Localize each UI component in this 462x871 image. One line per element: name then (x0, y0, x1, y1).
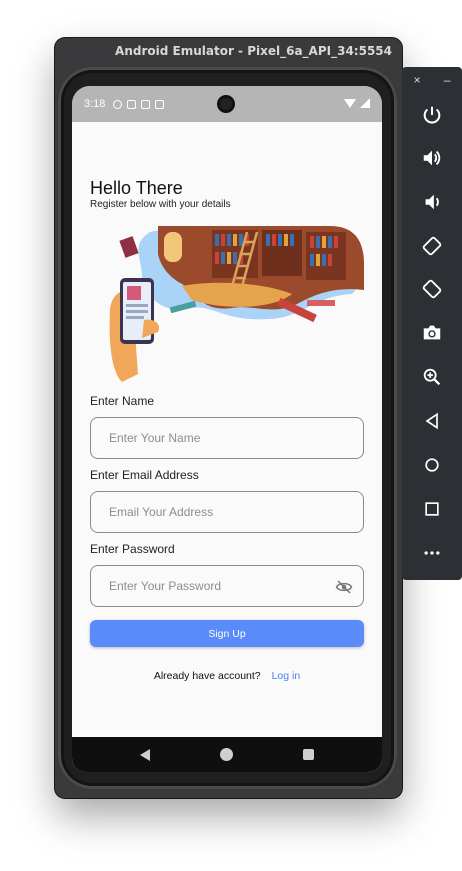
signal-icon (360, 98, 370, 108)
rotate-right-icon[interactable] (420, 277, 444, 301)
overview-icon[interactable] (420, 497, 444, 521)
sim-icon (141, 99, 151, 109)
minimize-icon[interactable]: – (444, 73, 451, 87)
login-row: Already have account? Log in (72, 670, 382, 682)
zoom-icon[interactable] (420, 365, 444, 389)
emulator-titlebar[interactable]: Android Emulator - Pixel_6a_API_34:5554 (55, 38, 402, 64)
name-label: Enter Name (90, 394, 155, 408)
android-nav-bar (72, 737, 382, 772)
visibility-off-icon[interactable] (335, 578, 353, 596)
password-input[interactable] (109, 579, 345, 593)
name-input[interactable] (109, 431, 345, 445)
camera-icon[interactable] (420, 321, 444, 345)
volume-up-icon[interactable] (420, 146, 444, 170)
rotate-left-icon[interactable] (420, 234, 444, 258)
emulator-toolbar: × – (402, 67, 462, 580)
more-icon[interactable] (420, 541, 444, 565)
power-icon[interactable] (420, 103, 444, 127)
password-label: Enter Password (90, 542, 175, 556)
email-input[interactable] (109, 505, 345, 519)
notification-icon (155, 99, 165, 109)
wifi-icon (344, 98, 356, 108)
window-title: Android Emulator - Pixel_6a_API_34:5554 (115, 44, 392, 58)
page-subtitle: Register below with your details (90, 199, 231, 210)
status-time: 3:18 (84, 98, 106, 110)
back-icon[interactable] (420, 409, 444, 433)
login-prompt: Already have account? (153, 670, 261, 682)
nav-back-icon[interactable] (140, 748, 150, 761)
volume-down-icon[interactable] (420, 190, 444, 214)
status-bar: 3:18 (72, 86, 382, 122)
library-illustration-image (109, 226, 364, 382)
email-label: Enter Email Address (90, 468, 199, 482)
dnd-icon (113, 99, 123, 109)
log-in-link[interactable]: Log in (272, 670, 301, 682)
sign-up-button[interactable]: Sign Up (90, 620, 364, 647)
close-icon[interactable]: × (414, 73, 421, 87)
front-camera (217, 95, 235, 113)
email-field-box[interactable] (90, 491, 364, 533)
page-title: Hello There (90, 178, 183, 198)
nav-home-icon[interactable] (220, 748, 233, 761)
nav-recents-icon[interactable] (303, 749, 314, 760)
shield-icon (127, 99, 137, 109)
device-screen: 3:18 Hello There Register below with you… (72, 86, 382, 772)
name-field-box[interactable] (90, 417, 364, 459)
password-field-box[interactable] (90, 565, 364, 607)
home-icon[interactable] (420, 453, 444, 477)
